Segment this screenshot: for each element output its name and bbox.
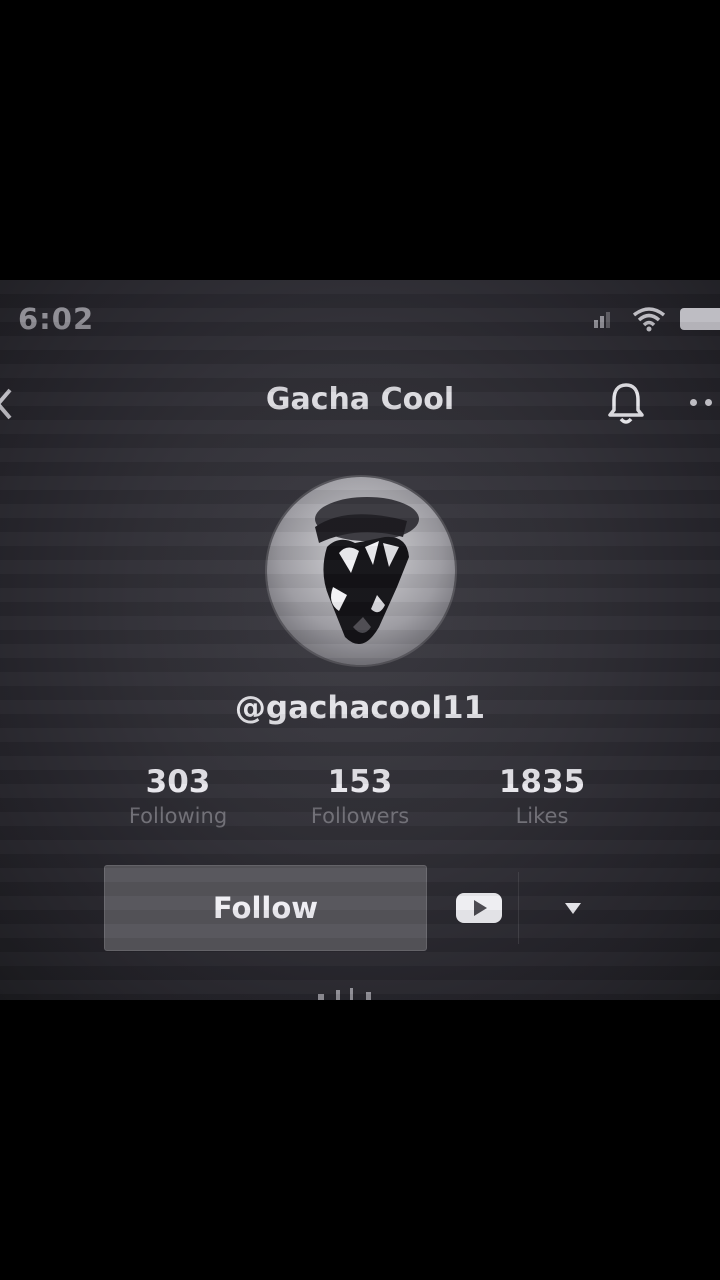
stat-label: Following <box>128 804 228 828</box>
battery-icon <box>680 308 720 330</box>
youtube-button[interactable] <box>440 872 519 944</box>
youtube-icon <box>456 893 502 923</box>
wifi-icon <box>632 307 666 332</box>
avatar-image <box>315 497 419 645</box>
bell-icon[interactable] <box>604 380 648 428</box>
triangle-down-icon <box>565 903 581 914</box>
follow-button[interactable]: Follow <box>104 865 427 951</box>
dropdown-button[interactable] <box>534 872 612 944</box>
stat-value: 1835 <box>498 764 586 800</box>
avatar[interactable] <box>267 477 455 665</box>
username: @gachacool11 <box>234 690 486 726</box>
stat-value: 153 <box>327 764 393 800</box>
stat-following[interactable]: 303 Following <box>88 764 268 828</box>
signal-icon <box>594 312 610 328</box>
stat-label: Followers <box>310 804 410 828</box>
stat-followers[interactable]: 153 Followers <box>270 764 450 828</box>
app-screen: 6:02 Gacha Cool @gachacool11 303 Followi… <box>0 280 720 1000</box>
stat-likes[interactable]: 1835 Likes <box>452 764 632 828</box>
more-dots-icon[interactable] <box>690 392 720 412</box>
stat-value: 303 <box>145 764 211 800</box>
status-icons <box>592 306 720 332</box>
bio-fragment <box>318 988 371 1000</box>
status-time: 6:02 <box>18 302 95 336</box>
stat-label: Likes <box>515 804 569 828</box>
